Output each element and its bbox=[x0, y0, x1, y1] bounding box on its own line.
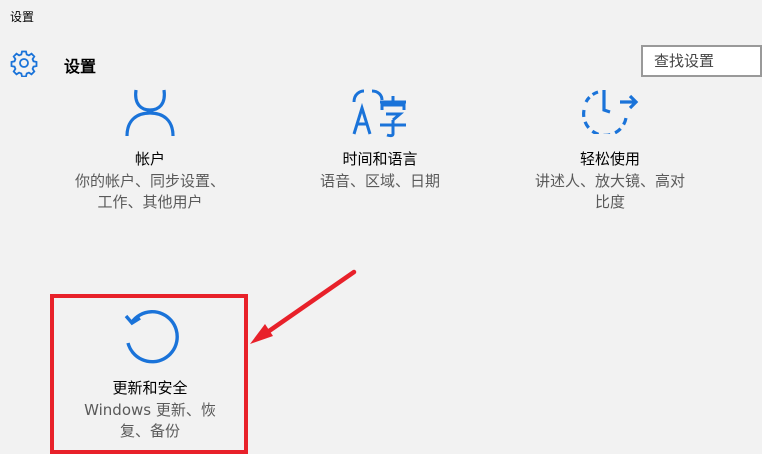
tile-time-language[interactable]: 时间和语言 语音、区域、日期 bbox=[282, 88, 478, 218]
annotation-arrow bbox=[250, 269, 357, 344]
tile-time-language-name: 时间和语言 bbox=[342, 150, 418, 168]
tile-accounts-name: 帐户 bbox=[134, 150, 165, 168]
gear-icon bbox=[10, 50, 38, 77]
tile-ease-of-access-desc-line: 比度 bbox=[594, 193, 625, 211]
window-title: 设置 bbox=[10, 10, 35, 24]
person-icon bbox=[125, 89, 175, 137]
tile-time-language-desc: 语音、区域、日期 bbox=[282, 171, 478, 192]
tile-accounts-desc-line: 工作、其他用户 bbox=[97, 193, 203, 211]
tile-ease-of-access[interactable]: 轻松使用 讲述人、放大镜、高对 比度 bbox=[512, 88, 708, 218]
page-title: 设置 bbox=[64, 57, 97, 76]
tile-accounts-desc-line: 你的帐户、同步设置、 bbox=[74, 172, 225, 190]
annotation-highlight-box bbox=[50, 294, 248, 454]
tile-accounts-desc: 你的帐户、同步设置、 工作、其他用户 bbox=[52, 171, 248, 213]
search-input[interactable] bbox=[643, 47, 760, 75]
tile-ease-of-access-desc: 讲述人、放大镜、高对 比度 bbox=[512, 171, 708, 213]
tile-accounts[interactable]: 帐户 你的帐户、同步设置、 工作、其他用户 bbox=[52, 88, 248, 218]
title-bar: 设置 bbox=[0, 0, 762, 32]
search-box[interactable] bbox=[641, 45, 762, 77]
tile-ease-of-access-name: 轻松使用 bbox=[579, 150, 640, 168]
tile-time-language-desc-line: 语音、区域、日期 bbox=[319, 172, 440, 190]
language-icon bbox=[352, 89, 406, 138]
tile-ease-of-access-desc-line: 讲述人、放大镜、高对 bbox=[534, 172, 685, 190]
ease-of-access-icon bbox=[582, 90, 639, 134]
